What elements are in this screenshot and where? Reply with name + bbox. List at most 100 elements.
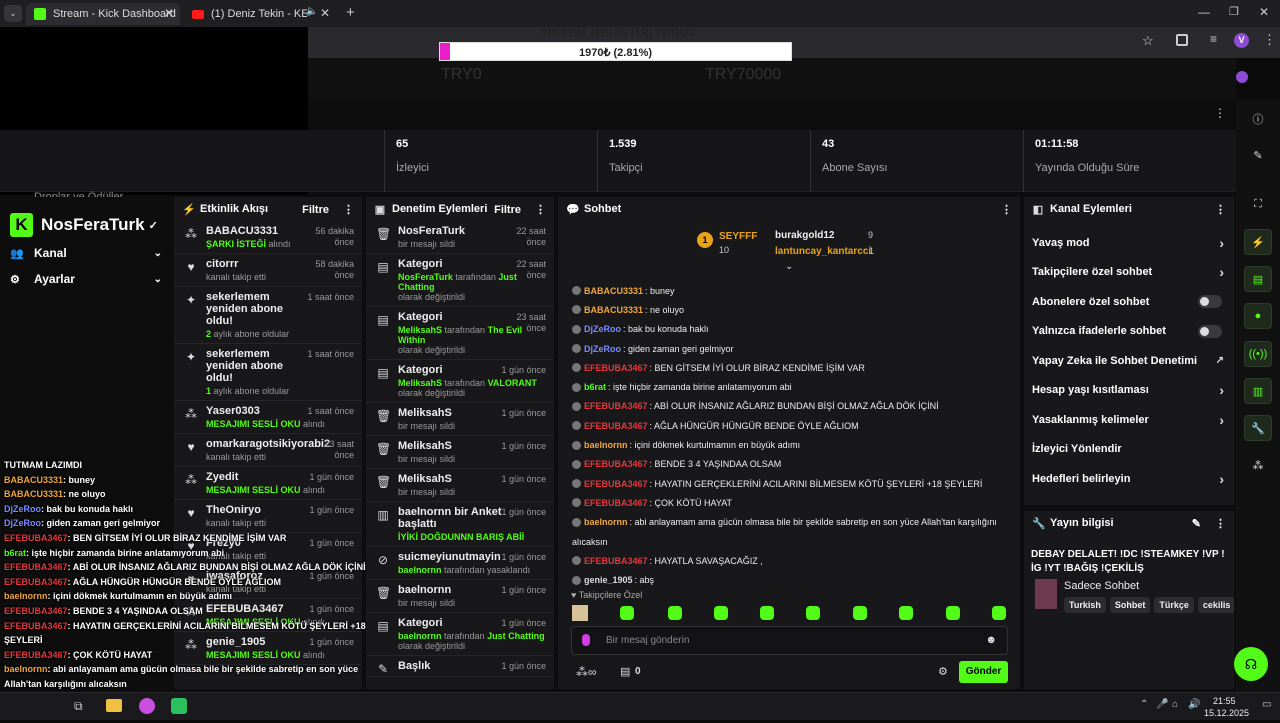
media-controls-icon[interactable]: ≡ bbox=[1210, 32, 1217, 46]
header-avatar-icon[interactable] bbox=[1236, 71, 1248, 83]
channel-action-item[interactable]: İzleyici Yönlendir bbox=[1024, 435, 1234, 465]
channel-header[interactable]: K NosFeraTurk ✓ bbox=[10, 213, 158, 237]
clock-time[interactable]: 21:55 bbox=[1213, 696, 1236, 706]
moderation-item[interactable]: 🗑 baelnornn 1 gün önce bir mesajı sildi bbox=[366, 580, 554, 613]
close-tab-icon[interactable]: ✕ bbox=[320, 6, 330, 20]
chat-username[interactable]: EFEBUBA3467 bbox=[584, 459, 648, 469]
emote-icon[interactable] bbox=[992, 606, 1006, 620]
chat-message[interactable]: EFEBUBA3467: ÇOK KÖTÜ HAYAT bbox=[558, 493, 1020, 512]
more-options-icon[interactable]: ⋮ bbox=[343, 203, 354, 216]
more-options-icon[interactable]: ⋮ bbox=[1001, 203, 1012, 216]
moderation-item[interactable]: 🗑 NosFeraTurk 22 saat önce bir mesajı sildi bbox=[366, 221, 554, 254]
chat-message[interactable]: DjZeRoo: giden zaman geri gelmiyor bbox=[558, 339, 1020, 358]
channel-action-item[interactable]: Yasaklanmış kelimeler › bbox=[1024, 405, 1234, 435]
volume-icon[interactable]: 🔊 bbox=[1188, 699, 1200, 710]
emote-icon[interactable] bbox=[760, 606, 774, 620]
chat-message[interactable]: BABACU3331: buney bbox=[558, 281, 1020, 300]
chat-message[interactable]: BABACU3331: ne oluyo bbox=[558, 300, 1020, 319]
chat-message[interactable]: genie_1905: abş bbox=[558, 570, 1020, 589]
new-tab-button[interactable]: + bbox=[346, 4, 355, 21]
edit-pencil-icon[interactable]: ✎ bbox=[1192, 517, 1201, 530]
channel-action-item[interactable]: Abonelere özel sohbet bbox=[1024, 287, 1234, 317]
chat-message[interactable]: baelnornn: içini dökmek kurtulmamın en b… bbox=[558, 435, 1020, 454]
moderation-item[interactable]: ▤ Kategori 23 saat önce MeliksahS tarafında… bbox=[366, 307, 554, 360]
emote-icon[interactable] bbox=[853, 606, 867, 620]
chat-username[interactable]: EFEBUBA3467 bbox=[584, 479, 648, 489]
channel-action-item[interactable]: Hedefleri belirleyin › bbox=[1024, 464, 1234, 494]
info-icon[interactable]: ⓘ bbox=[1244, 106, 1272, 132]
support-chat-button[interactable]: ☊ bbox=[1234, 647, 1268, 681]
browser-tab-youtube[interactable]: (1) Deniz Tekin - KENDİNE 🔈 ✕ bbox=[184, 3, 336, 25]
chat-username[interactable]: BABACU3331 bbox=[584, 305, 643, 315]
chat-username[interactable]: BABACU3331 bbox=[584, 286, 643, 296]
channel-action-item[interactable]: Yavaş mod › bbox=[1024, 228, 1234, 258]
emoji-icon[interactable]: ☻ bbox=[985, 634, 997, 646]
moderation-item[interactable]: ▥ baelnornn bir Anket başlattı 1 gün önce İ… bbox=[366, 502, 554, 547]
send-button[interactable]: Gönder bbox=[959, 661, 1008, 683]
wrench-icon[interactable]: 🔧 bbox=[1244, 415, 1272, 441]
moderation-item[interactable]: ▤ Kategori 1 gün önce MeliksahS tarafından … bbox=[366, 360, 554, 403]
network-icon[interactable]: ⌂ bbox=[1172, 699, 1178, 710]
activity-item[interactable]: ⁂ BABACU3331 56 dakika önce ŞARKI İSTEĞİ al… bbox=[174, 221, 362, 254]
chat-input[interactable]: Bir mesaj gönderin ☻ bbox=[571, 626, 1008, 655]
sidebar-item-ayarlar[interactable]: ⚙ Ayarlar ⌄ bbox=[10, 272, 162, 286]
channel-action-item[interactable]: Hesap yaşı kısıtlaması › bbox=[1024, 376, 1234, 406]
emote-icon[interactable] bbox=[668, 606, 682, 620]
close-window-button[interactable]: ✕ bbox=[1259, 5, 1269, 19]
category-name[interactable]: Sadece Sohbet bbox=[1064, 580, 1139, 592]
emote-icon[interactable] bbox=[714, 606, 728, 620]
more-options-icon[interactable]: ⋮ bbox=[1215, 203, 1226, 216]
emote-icon[interactable] bbox=[899, 606, 913, 620]
gift-icon[interactable]: ▤ bbox=[620, 665, 630, 678]
chat-username[interactable]: baelnornn bbox=[584, 517, 628, 527]
speaker-icon[interactable]: 🔈 bbox=[306, 6, 318, 17]
moderation-item[interactable]: ▤ Kategori 22 saat önce NosFeraTurk tarafın… bbox=[366, 254, 554, 307]
clock-date[interactable]: 15.12.2025 bbox=[1204, 708, 1249, 718]
minimize-button[interactable]: — bbox=[1198, 5, 1210, 19]
expand-chevron-icon[interactable]: ⌄ bbox=[785, 261, 793, 272]
moderation-item[interactable]: ⊘ suicmeyiunutmayin 1 gün önce baelnornn ta… bbox=[366, 547, 554, 580]
chat-username[interactable]: EFEBUBA3467 bbox=[584, 401, 648, 411]
emote-icon[interactable] bbox=[806, 606, 820, 620]
task-view-icon[interactable]: ⧉ bbox=[74, 699, 83, 714]
channel-action-item[interactable]: Yalnızca ifadelerle sohbet bbox=[1024, 317, 1234, 347]
stream-tag[interactable]: cekilis bbox=[1197, 597, 1234, 613]
chat-username[interactable]: EFEBUBA3467 bbox=[584, 556, 648, 566]
moderation-item[interactable]: ▤ Kategori 1 gün önce baelnornn tarafından … bbox=[366, 613, 554, 656]
toggle-switch[interactable] bbox=[1198, 324, 1222, 338]
chat-icon[interactable]: ● bbox=[1244, 303, 1272, 329]
sidebar-item-kanal[interactable]: 👥 Kanal ⌄ bbox=[10, 246, 162, 260]
file-explorer-icon[interactable] bbox=[106, 699, 122, 712]
chrome-icon[interactable] bbox=[139, 698, 155, 714]
chat-message[interactable]: baelnornn: abi anlayamam ama gücün olmas… bbox=[558, 513, 1020, 532]
chat-message[interactable]: alıcaksın bbox=[558, 532, 1020, 551]
stream-tag[interactable]: Türkçe bbox=[1154, 597, 1194, 613]
mic-tray-icon[interactable]: 🎤 bbox=[1156, 699, 1168, 710]
activity-item[interactable]: ✦ sekerlemem yeniden abone oldu! 1 saat ön… bbox=[174, 344, 362, 401]
layout-icon[interactable]: ▥ bbox=[1244, 378, 1272, 404]
restore-button[interactable]: ❐ bbox=[1229, 5, 1239, 18]
moderation-item[interactable]: 🗑 MeliksahS 1 gün önce bir mesajı sildi bbox=[366, 469, 554, 502]
chat-message[interactable]: EFEBUBA3467: BEN GİTSEM İYİ OLUR BİRAZ K… bbox=[558, 358, 1020, 377]
chat-message[interactable]: EFEBUBA3467: HAYATIN GERÇEKLERİNİ ACILAR… bbox=[558, 474, 1020, 493]
browser-tab-kick-dashboard[interactable]: Stream - Kick Dashboard ✕ bbox=[26, 3, 180, 25]
notes-icon[interactable]: ▤ bbox=[1244, 266, 1272, 292]
toggle-switch[interactable] bbox=[1198, 295, 1222, 309]
profile-avatar[interactable]: V bbox=[1234, 33, 1249, 48]
emote-thumbnail[interactable] bbox=[572, 605, 588, 621]
activity-item[interactable]: ✦ sekerlemem yeniden abone oldu! 1 saat ön… bbox=[174, 287, 362, 344]
chat-message[interactable]: EFEBUBA3467: HAYATLA SAVAŞACAĞIZ , bbox=[558, 551, 1020, 570]
moderation-item[interactable]: 🗑 MeliksahS 1 gün önce bir mesajı sildi bbox=[366, 403, 554, 436]
chat-username[interactable]: genie_1905 bbox=[584, 575, 633, 585]
chat-message[interactable]: EFEBUBA3467: ABİ OLUR İNSANIZ AĞLARIZ BU… bbox=[558, 397, 1020, 416]
channel-action-item[interactable]: Yapay Zeka ile Sohbet Denetimi ↗ bbox=[1024, 346, 1234, 376]
stats-menu-icon[interactable]: ⋮ bbox=[1214, 106, 1226, 120]
chat-message[interactable]: EFEBUBA3467: BENDE 3 4 YAŞINDAA OLSAM bbox=[558, 455, 1020, 474]
tab-search-button[interactable]: ⌄ bbox=[4, 5, 22, 22]
more-options-icon[interactable]: ⋮ bbox=[535, 203, 546, 216]
filter-button[interactable]: Filtre bbox=[302, 204, 329, 216]
points-icon[interactable]: ⁂∞ bbox=[576, 665, 597, 679]
emote-icon[interactable] bbox=[946, 606, 960, 620]
activity-item[interactable]: ♥ citorrr 58 dakika önce kanalı takip etti bbox=[174, 254, 362, 287]
chat-message[interactable]: b6rat: işte hiçbir zamanda birine anlata… bbox=[558, 377, 1020, 396]
